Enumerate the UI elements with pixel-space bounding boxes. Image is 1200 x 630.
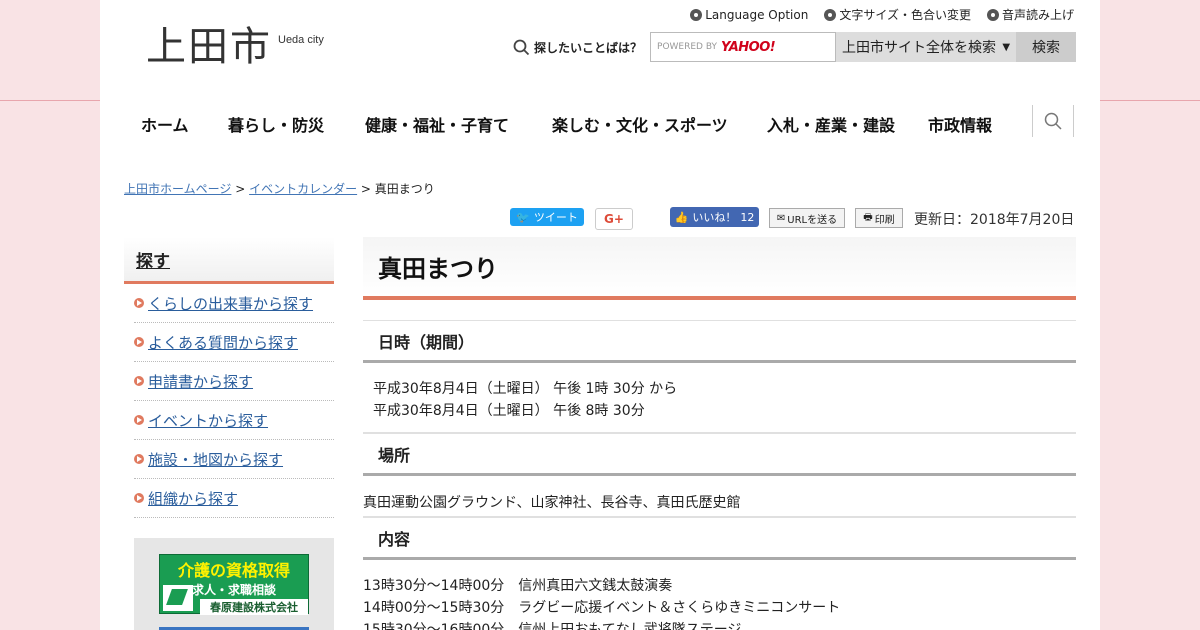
content-heading: 内容 [363,517,1076,560]
sidebar-item-facilities: 施設・地図から探す [134,440,334,479]
page-container: 上田市 Ueda city Language Option 文字サイズ・色合い変… [100,0,1100,630]
site-logo-roman: Ueda city [278,34,324,46]
date-body: 平成30年8月4日（土曜日） 午後 1時 30分 から 平成30年8月4日（土曜… [363,363,1076,433]
nav-industry[interactable]: 入札・産業・建設 [767,112,895,136]
arrow-right-icon [134,376,144,386]
printer-icon: 🖶 [863,211,873,223]
nav-home[interactable]: ホーム [141,112,189,136]
bullet-icon [690,8,703,21]
envelope-icon: ✉ [776,212,786,224]
nav-government[interactable]: 市政情報 [928,112,992,136]
search-icon [513,39,530,55]
site-header: 上田市 Ueda city Language Option 文字サイズ・色合い変… [100,0,1100,100]
utility-links: Language Option 文字サイズ・色合い変更 音声読み上げ [690,6,1074,23]
ad-banner-sunohara[interactable]: 介護の資格取得 求人・求職相談 春原建設株式会社 [159,554,309,615]
twitter-bird-icon: 🐦 [516,210,530,224]
global-nav: ホーム 暮らし・防災 健康・福祉・子育て 楽しむ・文化・スポーツ 入札・産業・建… [100,101,1100,145]
main-content: 真田まつり 日時（期間） 平成30年8月4日（土曜日） 午後 1時 30分 から… [363,237,1076,630]
place-body: 真田運動公園グラウンド、山家神社、長谷寺、真田氏歴史館 [363,476,1076,517]
breadcrumb-calendar[interactable]: イベントカレンダー [249,182,357,196]
place-heading: 場所 [363,433,1076,476]
sidebar-item-forms: 申請書から探す [134,362,334,401]
google-plus-button[interactable]: G+ [595,208,633,230]
like-count: 12 [740,210,755,224]
tweet-button[interactable]: 🐦 ツイート [510,208,584,226]
arrow-right-icon [134,454,144,464]
content-body: 13時30分～14時00分 信州真田六文銭太鼓演奏 14時00分～15時30分 … [363,578,841,630]
chevron-down-icon: ▼ [1002,41,1011,53]
breadcrumb: 上田市ホームページ > イベントカレンダー > 真田まつり [124,182,435,196]
sidebar-list: くらしの出来事から探す よくある質問から探す 申請書から探す イベントから探す … [134,284,334,518]
search-input[interactable]: POWERED BY YAHOO! [650,32,837,62]
nav-health[interactable]: 健康・福祉・子育て [365,112,509,136]
nav-living[interactable]: 暮らし・防災 [228,112,324,136]
bullet-icon [824,8,837,21]
sidebar-item-events: イベントから探す [134,401,334,440]
language-option-link[interactable]: Language Option [690,6,808,23]
breadcrumb-home[interactable]: 上田市ホームページ [124,182,231,196]
company-logo-icon [163,585,193,611]
site-search: 探したいことばは？ POWERED BY YAHOO! 上田市サイト全体を検索 … [513,32,1077,62]
sidebar-item-life-events: くらしの出来事から探す [134,284,334,323]
page-title-box: 真田まつり [363,237,1076,300]
share-bar: 🐦 ツイート G+ 👍 いいね！ 12 ✉ URLを送る 🖶 印刷 更新日：20… [100,207,1100,231]
print-button[interactable]: 🖶 印刷 [855,208,903,228]
updated-date: 更新日：2018年7月20日 [914,212,1075,228]
search-scope-select[interactable]: 上田市サイト全体を検索 ▼ [836,32,1017,62]
site-logo[interactable]: 上田市 [146,14,272,72]
sidebar-item-organization: 組織から探す [134,479,334,518]
arrow-right-icon [134,493,144,503]
yahoo-logo: YAHOO! [721,39,776,55]
send-url-button[interactable]: ✉ URLを送る [769,208,845,228]
sidebar-item-faq: よくある質問から探す [134,323,334,362]
search-label: 探したいことばは？ [513,39,642,56]
nav-culture[interactable]: 楽しむ・文化・スポーツ [552,112,728,136]
arrow-right-icon [134,415,144,425]
sidebar-heading: 探す [124,237,334,284]
page-title: 真田まつり [378,255,498,283]
ad-banner-area: 介護の資格取得 求人・求職相談 春原建設株式会社 [134,538,334,630]
breadcrumb-current: 真田まつり [374,182,435,196]
sidebar: 探す くらしの出来事から探す よくある質問から探す 申請書から探す イベントから… [124,237,334,630]
arrow-right-icon [134,337,144,347]
thumbs-up-icon: 👍 [674,210,689,224]
arrow-right-icon [134,298,144,308]
font-color-link[interactable]: 文字サイズ・色合い変更 [824,6,971,23]
read-aloud-link[interactable]: 音声読み上げ [986,6,1074,23]
bullet-icon [986,8,999,21]
search-button[interactable]: 検索 [1016,32,1077,62]
facebook-like-button[interactable]: 👍 いいね！ 12 [670,207,759,227]
search-icon [1044,112,1062,130]
date-heading: 日時（期間） [363,320,1076,363]
nav-search-button[interactable] [1032,105,1074,137]
